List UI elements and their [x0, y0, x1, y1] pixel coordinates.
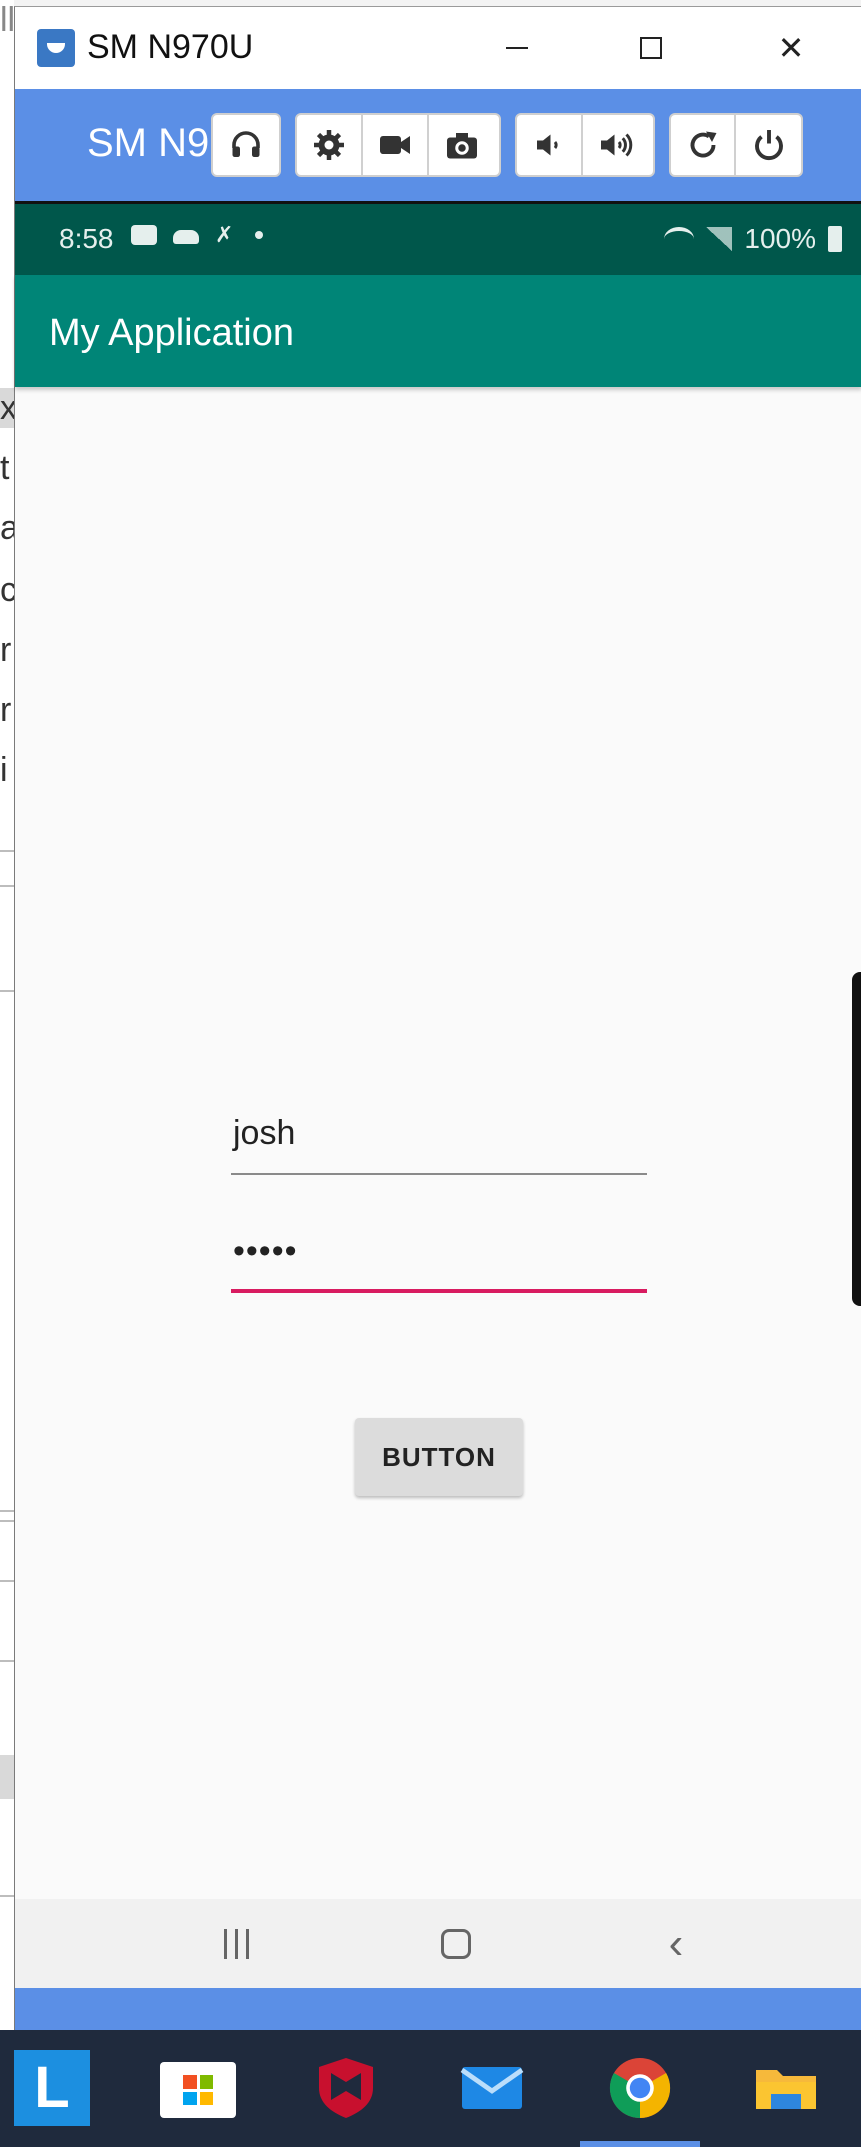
bg-divider: [0, 1510, 14, 1512]
recent-apps-icon-bar: [234, 1929, 238, 1959]
status-time: 8:58: [59, 223, 114, 254]
close-icon: ✕: [777, 30, 805, 66]
home-icon: [441, 1929, 471, 1959]
mcafee-taskbar-button[interactable]: [308, 2050, 384, 2126]
screenshot-button[interactable]: [429, 115, 495, 175]
bg-text-fragment: i: [0, 751, 8, 789]
bg-divider: [0, 1520, 14, 1522]
file-explorer-icon: [756, 2070, 816, 2109]
signal-icon: [706, 227, 733, 251]
system-status: 100%: [664, 222, 842, 256]
app-toolbar: My Application: [15, 275, 861, 387]
cloud-notification-icon: [173, 230, 199, 244]
scrcpy-app-icon: [37, 29, 75, 67]
power-button[interactable]: [736, 115, 801, 175]
volume-up-button[interactable]: [583, 115, 649, 175]
chrome-taskbar-button[interactable]: [602, 2050, 678, 2126]
wifi-icon: [664, 227, 695, 251]
mcafee-icon: [319, 2058, 373, 2118]
volume-up-icon: [601, 133, 633, 157]
settings-icon: [314, 130, 344, 160]
android-navigation-bar: ‹: [15, 1899, 861, 1991]
record-video-button[interactable]: [363, 115, 429, 175]
bg-divider: [0, 1580, 14, 1582]
bg-text-fragment: t: [0, 449, 10, 487]
store-taskbar-button[interactable]: [160, 2062, 236, 2118]
windows-taskbar: L: [0, 2030, 861, 2147]
back-icon: ‹: [668, 1919, 684, 1968]
volume-down-button[interactable]: [517, 115, 583, 175]
more-notifications-dot-icon: [255, 231, 263, 239]
microsoft-store-icon: [183, 2075, 213, 2105]
bg-text-fragment: a: [0, 509, 14, 547]
chrome-icon: [609, 2058, 671, 2119]
bg-divider: [0, 1660, 14, 1662]
file-explorer-taskbar-button[interactable]: [748, 2050, 824, 2126]
battery-icon: [828, 226, 842, 252]
bg-text-fragment: x: [0, 389, 14, 427]
maximize-button[interactable]: [621, 23, 681, 73]
control-toolbar: SM N970U: [15, 89, 861, 201]
settings-button[interactable]: [297, 115, 363, 175]
power-icon: [754, 130, 783, 160]
missed-call-icon: ✗: [215, 222, 234, 247]
password-field[interactable]: •••••: [231, 1229, 647, 1293]
maximize-icon: [640, 37, 662, 59]
bg-divider: [0, 850, 14, 852]
recent-apps-button[interactable]: [201, 1917, 271, 1971]
back-button[interactable]: ‹: [641, 1917, 711, 1971]
window-titlebar[interactable]: SM N970U ✕: [15, 7, 861, 89]
device-screen[interactable]: 8:58 ✗ 100% My Application josh ••••• BU…: [15, 201, 861, 1991]
battery-percent: 100%: [744, 223, 816, 254]
window-title: SM N970U: [87, 28, 254, 66]
recent-apps-icon-bar: [245, 1929, 249, 1959]
bg-text-fragment: r: [0, 631, 12, 669]
bg-divider: [0, 1895, 14, 1897]
minimize-button[interactable]: [487, 23, 547, 73]
username-field[interactable]: josh: [231, 1111, 647, 1175]
bg-divider: [0, 990, 14, 992]
bg-divider: [0, 885, 14, 887]
android-status-bar: 8:58 ✗ 100%: [15, 204, 861, 275]
scrcpy-window: SM N970U ✕ SM N970U 8:58 ✗ 100% My Appli…: [14, 6, 861, 2031]
camera-icon: [447, 133, 477, 159]
window-bottom-bar: [15, 1988, 861, 2031]
submit-button[interactable]: BUTTON: [355, 1418, 523, 1496]
device-group: [669, 113, 803, 177]
bg-text-fragment: ll: [0, 1, 14, 39]
app-title: My Application: [49, 312, 295, 354]
tools-group: [295, 113, 501, 177]
recent-apps-icon: [223, 1929, 227, 1959]
mail-taskbar-button[interactable]: [454, 2050, 530, 2126]
volume-down-icon: [537, 134, 558, 156]
launcher-icon: L: [34, 2055, 70, 2120]
background-window-edge: ll x t a c r r i: [0, 0, 14, 2030]
audio-group: [211, 113, 281, 177]
volume-group: [515, 113, 655, 177]
youtube-notification-icon: [131, 225, 157, 245]
headphones-icon: [232, 131, 260, 157]
mail-icon: [460, 2067, 524, 2109]
minimize-icon: [506, 47, 528, 49]
home-button[interactable]: [421, 1917, 491, 1971]
bg-text-fragment: c: [0, 571, 14, 609]
headphones-button[interactable]: [213, 115, 279, 175]
bg-text-fragment: r: [0, 691, 12, 729]
close-button[interactable]: ✕: [761, 23, 821, 73]
notification-icons: ✗: [131, 224, 263, 246]
background-window-edge-right: [852, 972, 861, 1306]
rotate-icon: [690, 131, 716, 158]
active-app-indicator: [580, 2141, 700, 2147]
bg-row-highlight: [0, 1755, 14, 1799]
rotate-button[interactable]: [671, 115, 737, 175]
video-icon: [380, 136, 410, 154]
launcher-taskbar-button[interactable]: L: [14, 2050, 90, 2126]
